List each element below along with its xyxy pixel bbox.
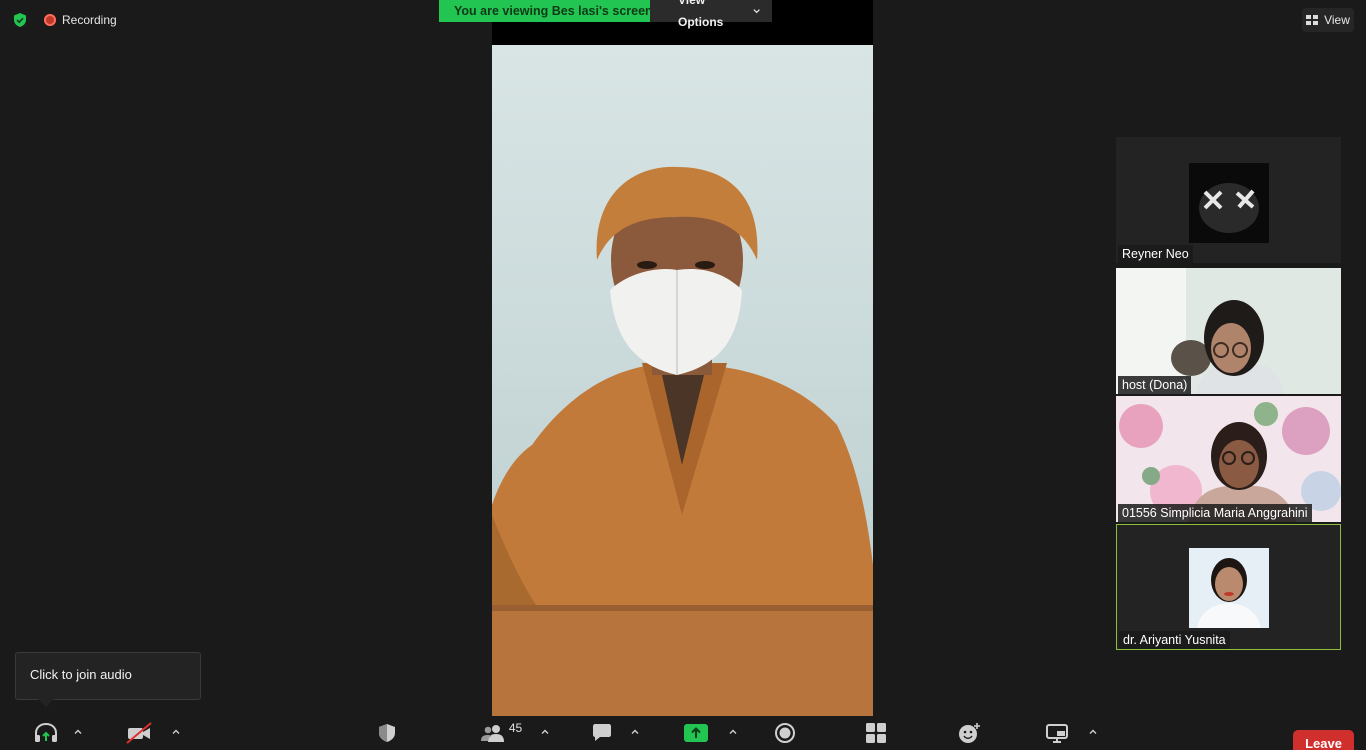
participants-count: 45 [508,721,523,735]
leave-button[interactable]: Leave [1293,730,1354,750]
people-icon [480,725,504,742]
share-screen-icon [684,724,708,742]
view-layout-button[interactable]: View [1302,8,1354,32]
share-options-chevron-icon[interactable] [728,727,738,737]
view-button-label: View [1324,13,1350,27]
chat-bubble-icon [593,724,611,741]
view-options-label: View Options [678,0,724,29]
join-audio-button[interactable] [30,716,62,750]
share-screen-button[interactable] [683,716,709,750]
whiteboard-button[interactable] [1044,716,1070,750]
security-shield-icon [379,724,395,742]
recording-indicator[interactable]: Recording [44,12,117,28]
tooltip-text: Click to join audio [30,667,132,682]
participant-name: 01556 Simplicia Maria Anggrahini [1118,504,1312,522]
avatar [1189,163,1269,243]
audio-options-chevron-icon[interactable] [73,727,83,737]
record-dot-icon [44,14,56,26]
shared-screen-video [492,0,873,716]
shield-check-icon[interactable] [12,12,28,28]
join-audio-tooltip: Click to join audio [15,652,201,700]
participant-tile[interactable]: Reyner Neo [1116,137,1341,263]
participant-name: Reyner Neo [1118,245,1193,263]
chat-button[interactable] [590,716,614,750]
presenter-video-frame [492,45,873,716]
participant-name: host (Dona) [1118,376,1192,394]
record-button[interactable] [773,716,797,750]
view-options-button[interactable]: View Options [650,0,772,29]
participants-button[interactable]: 45 [478,716,524,750]
meeting-toolbar: 45 [0,716,1366,750]
security-button[interactable] [375,716,399,750]
whiteboard-icon [1046,724,1068,743]
screen-share-banner: You are viewing Bes lasi's screen View O… [439,0,772,29]
apps-button[interactable] [864,716,888,750]
whiteboard-options-chevron-icon[interactable] [1088,727,1098,737]
chevron-down-icon [753,9,760,14]
headphones-icon [35,722,57,742]
chat-options-chevron-icon[interactable] [630,727,640,737]
camera-off-icon [126,722,152,744]
participant-tile[interactable]: 01556 Simplicia Maria Anggrahini [1116,396,1341,522]
participant-tile[interactable]: host (Dona) [1116,268,1341,394]
tooltip-arrow [38,699,54,707]
grid-view-icon [1306,15,1319,25]
record-icon [775,723,795,743]
participant-name: dr. Ariyanti Yusnita [1119,631,1230,649]
avatar [1189,548,1269,628]
start-video-button[interactable] [124,716,154,750]
video-options-chevron-icon[interactable] [171,727,181,737]
recording-label: Recording [62,13,117,27]
apps-grid-icon [866,723,886,743]
reactions-button[interactable] [956,716,982,750]
participants-options-chevron-icon[interactable] [540,727,550,737]
zoom-meeting-window: Recording You are viewing Bes lasi's scr… [0,0,1366,750]
share-banner-text: You are viewing Bes lasi's screen [439,0,653,22]
participants-video-panel: Reyner Neo host (Dona) 01556 Simplicia M… [1115,137,1343,653]
emoji-icon [959,723,980,743]
participant-tile-active-speaker[interactable]: dr. Ariyanti Yusnita [1116,524,1341,650]
